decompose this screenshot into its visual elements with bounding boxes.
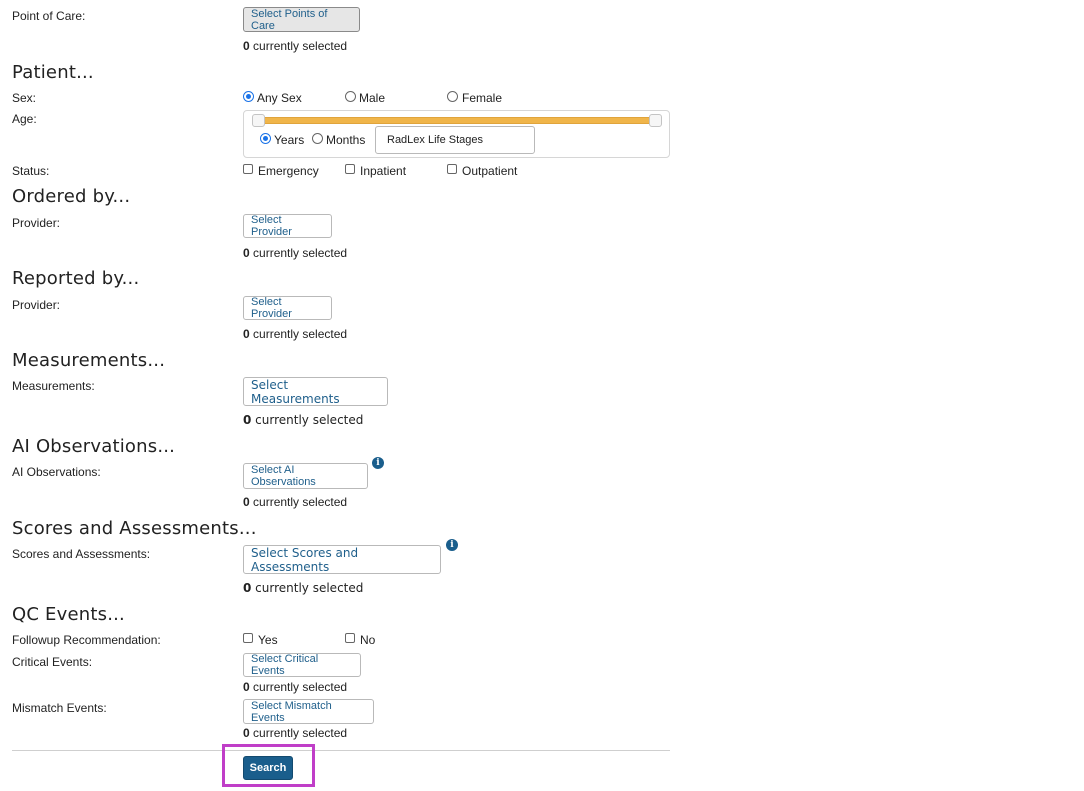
status-emergency-label: Emergency bbox=[258, 164, 319, 178]
form-divider bbox=[12, 750, 670, 751]
patient-heading: Patient... bbox=[12, 62, 94, 83]
followup-yes-checkbox[interactable] bbox=[243, 633, 253, 643]
followup-no-checkbox[interactable] bbox=[345, 633, 355, 643]
ordered-by-provider-label: Provider: bbox=[12, 216, 61, 230]
followup-recommendation-label: Followup Recommendation: bbox=[12, 633, 161, 647]
measurements-heading: Measurements... bbox=[12, 350, 166, 371]
select-critical-events-button[interactable]: Select Critical Events bbox=[243, 653, 361, 677]
age-years-label: Years bbox=[274, 133, 305, 147]
status-label: Status: bbox=[12, 164, 50, 178]
point-of-care-label: Point of Care: bbox=[12, 9, 86, 23]
ai-observations-count: 0 currently selected bbox=[243, 495, 348, 509]
followup-no-label: No bbox=[360, 633, 376, 647]
info-icon[interactable]: i bbox=[372, 457, 384, 469]
scores-count: 0 currently selected bbox=[243, 581, 364, 595]
status-emergency-checkbox[interactable] bbox=[243, 164, 253, 174]
ordered-by-heading: Ordered by... bbox=[12, 186, 131, 207]
scores-label: Scores and Assessments: bbox=[12, 547, 151, 561]
sex-label: Sex: bbox=[12, 91, 37, 105]
status-inpatient-label: Inpatient bbox=[360, 164, 407, 178]
sex-male-radio[interactable] bbox=[345, 91, 356, 102]
status-outpatient-checkbox[interactable] bbox=[447, 164, 457, 174]
age-months-label: Months bbox=[326, 133, 366, 147]
status-inpatient-checkbox[interactable] bbox=[345, 164, 355, 174]
age-years-radio[interactable] bbox=[260, 133, 271, 144]
sex-female-radio[interactable] bbox=[447, 91, 458, 102]
age-range-panel: Years Months RadLex Life Stages bbox=[243, 110, 670, 158]
radlex-life-stages-button[interactable]: RadLex Life Stages bbox=[375, 126, 535, 154]
qc-events-heading: QC Events... bbox=[12, 604, 125, 625]
age-slider-min-handle[interactable] bbox=[252, 114, 265, 127]
info-icon[interactable]: i bbox=[446, 539, 458, 551]
select-ai-observations-button[interactable]: Select AI Observations bbox=[243, 463, 368, 489]
ai-observations-label: AI Observations: bbox=[12, 465, 101, 479]
critical-events-label: Critical Events: bbox=[12, 655, 93, 669]
critical-events-count: 0 currently selected bbox=[243, 680, 348, 694]
select-measurements-button[interactable]: Select Measurements bbox=[243, 377, 388, 406]
age-slider-max-handle[interactable] bbox=[649, 114, 662, 127]
mismatch-events-label: Mismatch Events: bbox=[12, 701, 107, 715]
ai-observations-heading: AI Observations... bbox=[12, 436, 176, 457]
select-points-of-care-button[interactable]: Select Points of Care bbox=[243, 7, 360, 32]
select-scores-and-assessments-button[interactable]: Select Scores and Assessments bbox=[243, 545, 441, 574]
sex-female-label: Female bbox=[462, 91, 503, 105]
scores-heading: Scores and Assessments... bbox=[12, 518, 257, 539]
reported-by-count: 0 currently selected bbox=[243, 327, 348, 341]
reported-by-provider-label: Provider: bbox=[12, 298, 61, 312]
reported-by-select-provider-button[interactable]: Select Provider bbox=[243, 296, 332, 320]
select-mismatch-events-button[interactable]: Select Mismatch Events bbox=[243, 699, 374, 724]
ordered-by-select-provider-button[interactable]: Select Provider bbox=[243, 214, 332, 238]
followup-yes-label: Yes bbox=[258, 633, 278, 647]
measurements-count: 0 currently selected bbox=[243, 413, 364, 427]
measurements-label: Measurements: bbox=[12, 379, 95, 393]
sex-any-label: Any Sex bbox=[257, 91, 302, 105]
age-label: Age: bbox=[12, 112, 37, 126]
ordered-by-count: 0 currently selected bbox=[243, 246, 348, 260]
sex-any-radio[interactable] bbox=[243, 91, 254, 102]
point-of-care-count: 0 currently selected bbox=[243, 39, 348, 53]
age-slider-track[interactable] bbox=[258, 117, 656, 124]
mismatch-events-count: 0 currently selected bbox=[243, 726, 348, 740]
reported-by-heading: Reported by... bbox=[12, 268, 140, 289]
sex-male-label: Male bbox=[359, 91, 386, 105]
age-months-radio[interactable] bbox=[312, 133, 323, 144]
status-outpatient-label: Outpatient bbox=[462, 164, 518, 178]
search-button[interactable]: Search bbox=[243, 756, 293, 780]
